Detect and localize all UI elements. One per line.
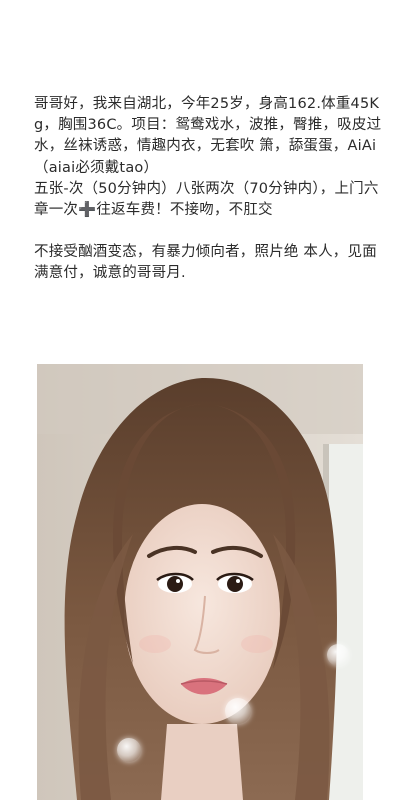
post-page: 哥哥好，我来自湖北，今年25岁，身高162.体重45Kg，胸围36C。项目：鸳鸯… [0, 0, 401, 800]
blur-bubble-mouth [225, 698, 251, 724]
post-paragraph-intro: 哥哥好，我来自湖北，今年25岁，身高162.体重45Kg，胸围36C。项目：鸳鸯… [34, 96, 382, 176]
post-paragraph-pricing: 五张-次（50分钟内）八张两次（70分钟内），上门六章一次➕往返车费！不接吻，不… [34, 180, 379, 219]
portrait-image [37, 364, 363, 800]
blur-bubble-bottom-left [117, 738, 141, 762]
neck [161, 724, 243, 800]
blur-bubble-top-right [327, 644, 349, 666]
post-paragraph-terms: 不接受酗酒变态，有暴力倾向者，照片绝 本人，见面满意付，诚意的哥哥月. [34, 244, 377, 282]
post-photo[interactable] [37, 364, 363, 800]
post-text: 哥哥好，我来自湖北，今年25岁，身高162.体重45Kg，胸围36C。项目：鸳鸯… [34, 94, 384, 285]
